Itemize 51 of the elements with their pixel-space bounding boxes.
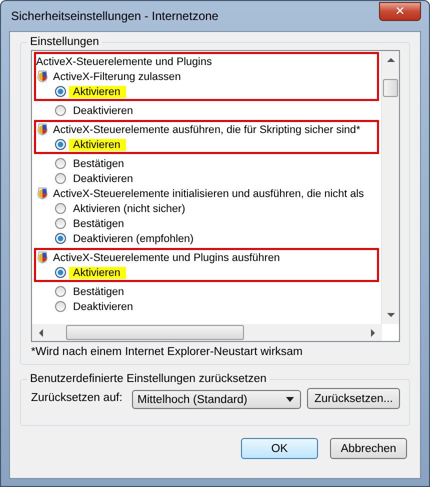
option-label: Bestätigen [73, 218, 124, 230]
radio-button[interactable] [55, 158, 66, 169]
option-label: Deaktivieren [73, 104, 134, 116]
category-label: ActiveX-Steuerelemente und Plugins [36, 56, 212, 68]
scroll-left-icon[interactable] [38, 328, 44, 336]
reset-button[interactable]: Zurücksetzen... [307, 388, 400, 409]
setting-label: ActiveX-Filterung zulassen [53, 70, 181, 82]
scroll-down-icon[interactable] [386, 312, 394, 318]
shield-icon [37, 251, 48, 264]
option-label: Bestätigen [73, 158, 124, 170]
option-label: Deaktivieren [73, 300, 134, 312]
radio-button[interactable] [55, 105, 66, 116]
radio-button[interactable] [55, 218, 66, 229]
radio-button[interactable] [55, 203, 66, 214]
radio-button[interactable] [55, 301, 66, 312]
vertical-scrollbar[interactable] [381, 51, 399, 324]
option-label: Deaktivieren [73, 172, 134, 184]
dialog-button[interactable]: OK [241, 438, 318, 459]
radio-button[interactable] [55, 173, 66, 184]
radio-button[interactable] [55, 267, 66, 278]
option-label: Deaktivieren (empfohlen) [73, 232, 194, 244]
dialog-button[interactable]: Abbrechen [330, 438, 407, 459]
setting-label: ActiveX-Steuerelemente initialisieren und ausführen, die nicht als [53, 188, 364, 200]
scroll-right-icon[interactable] [370, 328, 376, 336]
group-title: Benutzerdefinierte Einstellungen zurücksetzen [29, 373, 268, 385]
footnote: *Wird nach einem Internet Explorer-Neustart wirksam [31, 346, 304, 358]
reset-label: Zurücksetzen auf: [31, 392, 122, 404]
radio-button[interactable] [55, 286, 66, 297]
close-button[interactable]: ✕ [379, 2, 421, 20]
caret-icon [286, 397, 294, 402]
scroll-up-icon[interactable] [386, 57, 394, 63]
shield-icon [37, 187, 48, 200]
scroll-thumb[interactable] [383, 79, 398, 97]
shield-icon [37, 123, 48, 136]
option-label: Aktivieren [69, 86, 126, 98]
window-title: Sicherheitseinstellungen - Internetzone [11, 9, 218, 23]
setting-label: ActiveX-Steuerelemente ausführen, die für Skripting sicher sind* [53, 124, 360, 136]
option-label: Aktivieren (nicht sicher) [73, 202, 186, 214]
shield-icon [37, 70, 48, 83]
level-dropdown[interactable]: Mittelhoch (Standard) [132, 390, 302, 409]
radio-button[interactable] [55, 86, 66, 97]
option-label: Aktivieren [69, 138, 126, 150]
option-label: Aktivieren [69, 266, 126, 278]
horizontal-scrollbar[interactable] [32, 324, 382, 341]
group-title: Einstellungen [29, 36, 100, 48]
scroll-thumb[interactable] [66, 325, 244, 340]
radio-button[interactable] [55, 233, 66, 244]
radio-button[interactable] [55, 139, 66, 150]
setting-label: ActiveX-Steuerelemente und Plugins ausführen [53, 252, 280, 264]
option-label: Bestätigen [73, 286, 124, 298]
dropdown-value: Mittelhoch (Standard) [137, 394, 248, 406]
